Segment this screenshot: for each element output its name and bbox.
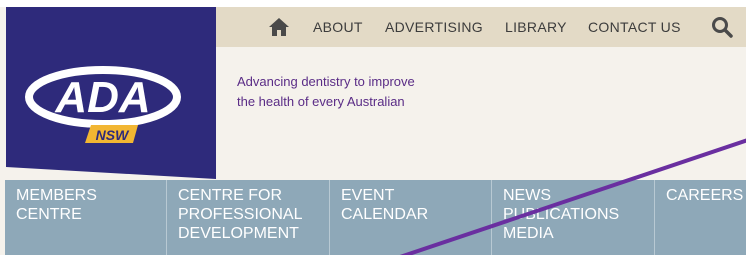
nav-contact-us[interactable]: CONTACT US: [588, 7, 681, 47]
nav-about[interactable]: ABOUT: [313, 7, 363, 47]
tagline-line-1: Advancing dentistry to improve: [237, 74, 415, 89]
nav-centre-for-professional-development[interactable]: CENTRE FOR PROFESSIONAL DEVELOPMENT: [167, 180, 330, 255]
main-nav: MEMBERS CENTRE CENTRE FOR PROFESSIONAL D…: [5, 180, 746, 255]
home-icon[interactable]: [268, 17, 290, 37]
nav-label-line: EVENT: [341, 187, 395, 204]
nav-label-line: PROFESSIONAL: [178, 206, 303, 223]
nav-label-line: CENTRE FOR: [178, 187, 282, 204]
nav-event-calendar[interactable]: EVENT CALENDAR: [330, 180, 492, 255]
nav-label-line: CENTRE: [16, 206, 82, 223]
nav-members-centre[interactable]: MEMBERS CENTRE: [5, 180, 167, 255]
nav-news-publications-media[interactable]: NEWS PUBLICATIONS MEDIA: [492, 180, 655, 255]
utility-bar: ABOUT ADVERTISING LIBRARY CONTACT US: [216, 7, 746, 47]
logo[interactable]: ADA NSW: [6, 7, 216, 179]
nav-label-line: DEVELOPMENT: [178, 225, 299, 242]
nav-library[interactable]: LIBRARY: [505, 7, 567, 47]
logo-sub-text: NSW: [96, 127, 130, 143]
logo-fold: [6, 167, 216, 179]
nav-label-line: CAREERS: [666, 187, 744, 204]
tagline: Advancing dentistry to improve the healt…: [237, 72, 497, 112]
nav-label-line: CALENDAR: [341, 206, 429, 223]
logo-main-text: ADA: [54, 73, 150, 122]
top-strip: [0, 0, 746, 7]
nav-label-line: MEMBERS: [16, 187, 97, 204]
nav-advertising[interactable]: ADVERTISING: [385, 7, 483, 47]
nav-careers[interactable]: CAREERS: [655, 180, 746, 255]
ada-logo-emblem: ADA NSW: [25, 66, 181, 143]
nav-label-line: MEDIA: [503, 225, 554, 242]
search-icon[interactable]: [711, 16, 733, 38]
tagline-line-2: the health of every Australian: [237, 94, 405, 109]
nav-label-line: NEWS: [503, 187, 551, 204]
nav-label-line: PUBLICATIONS: [503, 206, 620, 223]
